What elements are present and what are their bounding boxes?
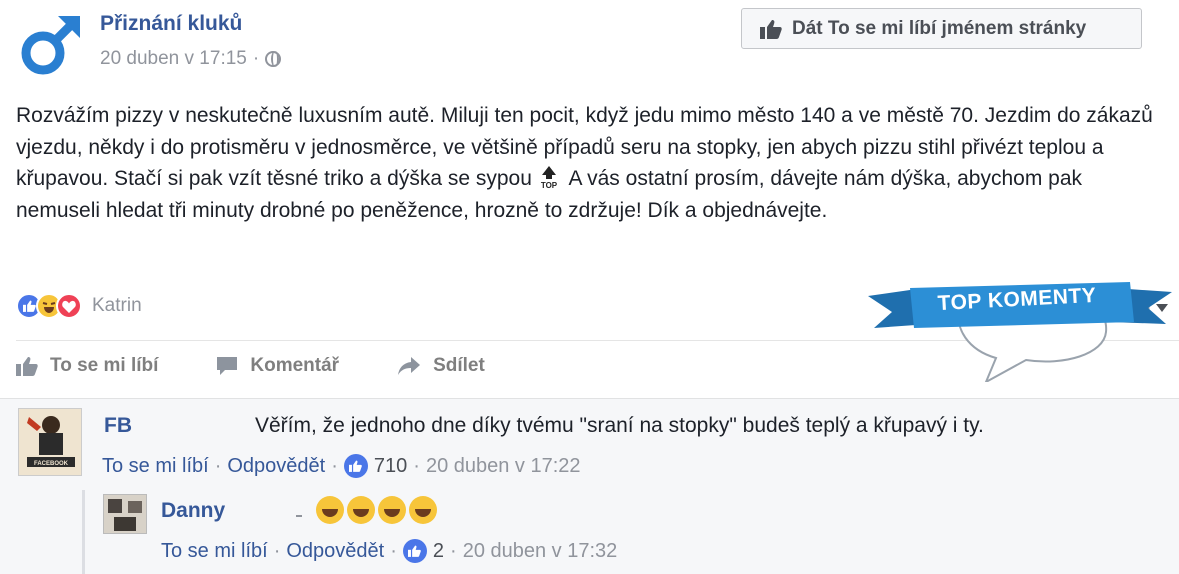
laughing-emoji-icon [409,496,437,524]
meta-separator: · [413,454,420,477]
thumbs-up-icon [760,19,782,39]
laughing-emoji-icon [378,496,406,524]
comment-text: Věřím, že jednoho dne díky tvému "sraní … [255,414,984,437]
comment-author[interactable]: FB [104,414,132,438]
reply-thread-line [82,490,85,574]
like-button-label: To se mi líbí [50,355,159,376]
top-arrow-icon: TOP [538,165,560,190]
meta-separator: · [252,48,260,69]
comment-icon [217,357,238,375]
reaction-name[interactable]: Katrin [92,295,142,317]
comment-like-count[interactable]: 710 [374,455,407,478]
page-avatar[interactable] [16,10,86,80]
comment-meta: To se mi líbí · Odpovědět · 710 · 20 dub… [102,454,581,478]
reply-meta: To se mi líbí · Odpovědět · 2 · 20 duben… [161,539,617,563]
page-name-link[interactable]: Přiznání kluků [100,12,242,36]
like-as-page-button[interactable]: Dát To se mi líbí jménem stránky [741,8,1142,49]
globe-icon [265,51,282,67]
reply-reply-link[interactable]: Odpovědět [286,540,384,563]
reply-author[interactable]: Danny [161,499,225,523]
reply-like-link[interactable]: To se mi líbí [161,540,268,563]
avatar-caption: FACEBOOK [34,461,69,467]
meta-separator: · [450,539,457,562]
comment-timestamp[interactable]: 20 duben v 17:22 [426,455,581,478]
meta-separator: · [273,539,281,562]
laughing-emoji-icon [316,496,344,524]
like-count-icon [402,539,427,563]
reply-text-separator [296,515,302,517]
reactions-summary[interactable]: Katrin [16,293,142,319]
comment-reply-link[interactable]: Odpovědět [227,455,325,478]
reply-author-avatar[interactable] [103,494,147,534]
like-count-icon [343,454,368,478]
meta-separator: · [214,454,222,477]
commenter-avatar[interactable]: FACEBOOK [18,408,82,476]
post-actions: To se mi líbí Komentář Sdílet [16,355,485,377]
post-meta: 20 duben v 17:15 · [100,48,282,70]
love-reaction-icon [56,293,82,319]
thumbs-up-icon [16,357,38,376]
share-arrow-icon [398,357,421,375]
comment-button-label: Komentář [250,355,340,376]
comment-button[interactable]: Komentář [216,355,339,377]
reply-text-emojis [316,496,440,524]
comment-like-link[interactable]: To se mi líbí [102,455,209,478]
meta-separator: · [331,454,338,477]
share-button[interactable]: Sdílet [397,355,485,377]
post-body: Rozvážím pizzy v neskutečně luxusním aut… [16,100,1161,226]
reply-timestamp[interactable]: 20 duben v 17:32 [463,540,618,563]
top-emoji-label: TOP [541,181,558,189]
laughing-emoji-icon [347,496,375,524]
reply-like-count[interactable]: 2 [433,540,444,563]
share-button-label: Sdílet [433,355,485,376]
like-button[interactable]: To se mi líbí [16,355,158,377]
post-timestamp[interactable]: 20 duben v 17:15 [100,48,247,70]
meta-separator: · [390,539,397,562]
top-comments-ribbon [868,262,1172,385]
like-as-page-label: Dát To se mi líbí jménem stránky [792,17,1087,39]
